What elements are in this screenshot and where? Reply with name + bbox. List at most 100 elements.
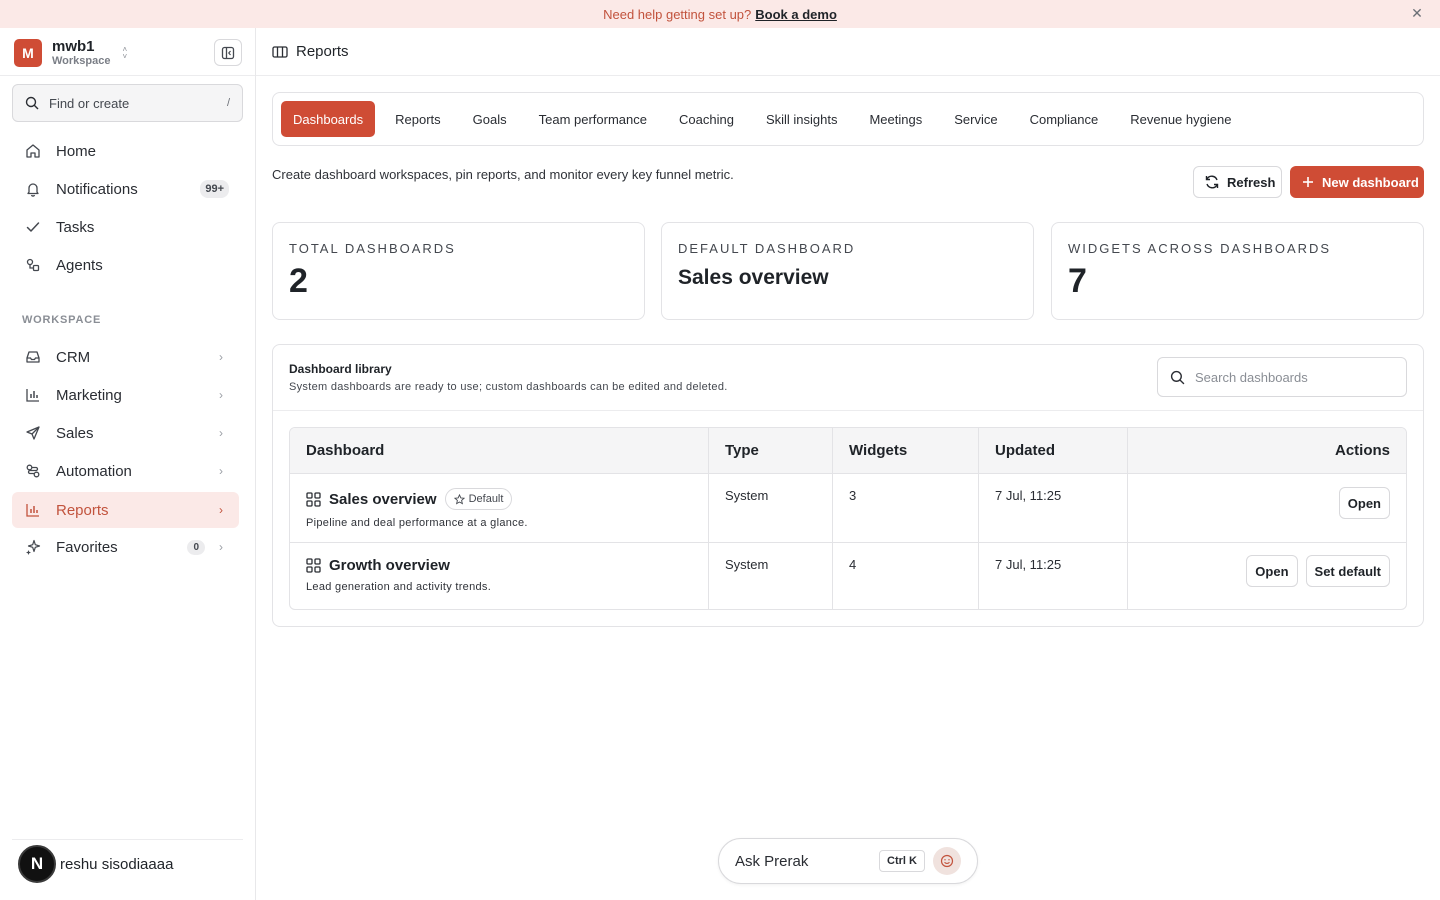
inbox-icon [24, 348, 42, 366]
tab-dashboards[interactable]: Dashboards [281, 101, 376, 137]
tab-skill-insights[interactable]: Skill insights [754, 101, 850, 137]
tab-coaching[interactable]: Coaching [667, 101, 746, 137]
refresh-button[interactable]: Refresh [1193, 166, 1282, 198]
library-title: Dashboard library [289, 362, 392, 376]
workspace-avatar: M [14, 39, 42, 67]
sidebar-item-home[interactable]: Home [12, 133, 239, 169]
dashboard-grid-icon [306, 491, 321, 507]
sidebar-item-label: Automation [56, 462, 132, 480]
column-header-widgets: Widgets [833, 428, 979, 474]
new-dashboard-label: New dashboard [1322, 174, 1419, 190]
plus-icon [1303, 177, 1313, 187]
default-badge: Default [444, 488, 513, 510]
chevron-right-icon: › [219, 426, 223, 440]
widgets-cell: 4 [833, 543, 979, 609]
type-cell: System [709, 543, 833, 609]
find-or-create-input[interactable]: Find or create / [12, 84, 243, 122]
user-name: reshu sisodiaaaa [60, 855, 174, 873]
smile-icon[interactable] [933, 847, 961, 875]
tab-compliance[interactable]: Compliance [1018, 101, 1111, 137]
page-description: Create dashboard workspaces, pin reports… [272, 167, 734, 182]
sidebar-item-label: Reports [56, 501, 109, 519]
stat-value: 7 [1068, 262, 1087, 300]
updated-cell: 7 Jul, 11:25 [979, 543, 1128, 609]
help-banner: Need help getting set up? Book a demo ✕ [0, 0, 1440, 28]
dashboard-library: Dashboard library System dashboards are … [272, 344, 1424, 627]
sidebar-item-automation[interactable]: Automation › [12, 453, 239, 489]
stat-label: TOTAL DASHBOARDS [289, 241, 456, 256]
tab-revenue-hygiene[interactable]: Revenue hygiene [1118, 101, 1243, 137]
book-demo-link[interactable]: Book a demo [755, 7, 837, 22]
agents-icon [24, 256, 42, 274]
new-dashboard-button[interactable]: New dashboard [1290, 166, 1424, 198]
search-icon [25, 96, 39, 110]
chevron-up-down-icon: ˄ ˅ [122, 45, 128, 61]
sidebar-item-label: Home [56, 142, 97, 160]
ask-prerak-bar[interactable]: Ask Prerak Ctrl K [718, 838, 978, 884]
stat-card-total-dashboards: TOTAL DASHBOARDS 2 [272, 222, 645, 320]
sidebar: M mwb1 Workspace ˄ ˅ Find or create / Hom… [0, 28, 256, 900]
sidebar-item-notifications[interactable]: Notifications 99+ [12, 171, 239, 207]
dashboard-search[interactable] [1157, 357, 1407, 397]
sidebar-item-favorites[interactable]: Favorites 0 › [12, 529, 239, 565]
sidebar-item-sales[interactable]: Sales › [12, 415, 239, 451]
workspace-switcher[interactable]: M mwb1 Workspace ˄ ˅ [14, 38, 242, 68]
actions-cell: Open [1128, 474, 1406, 543]
open-button[interactable]: Open [1246, 555, 1298, 587]
sidebar-item-label: Tasks [56, 218, 95, 236]
workspace-subtitle: Workspace [52, 55, 111, 67]
sidebar-item-crm[interactable]: CRM › [12, 339, 239, 375]
sidebar-item-agents[interactable]: Agents [12, 247, 239, 283]
search-dashboards-input[interactable] [1195, 369, 1385, 385]
home-icon [24, 142, 42, 160]
bar-chart-icon [24, 386, 42, 404]
sidebar-item-label: Sales [56, 424, 94, 442]
set-default-button[interactable]: Set default [1305, 555, 1390, 587]
stat-card-default-dashboard: DEFAULT DASHBOARD Sales overview [661, 222, 1034, 320]
sidebar-item-label: Notifications [56, 180, 138, 198]
stat-value: 2 [289, 262, 308, 300]
stat-label: DEFAULT DASHBOARD [678, 241, 856, 256]
dashboard-grid-icon [306, 558, 321, 573]
dashboard-name[interactable]: Sales overview [329, 491, 437, 508]
banner-text: Need help getting set up? [603, 6, 752, 22]
favorites-count-badge: 0 [187, 539, 205, 555]
search-shortcut: / [226, 97, 230, 109]
column-header-updated: Updated [979, 428, 1128, 474]
dashboard-name[interactable]: Growth overview [329, 557, 450, 574]
open-button[interactable]: Open [1338, 487, 1390, 519]
sparkle-icon [24, 538, 42, 556]
updated-cell: 7 Jul, 11:25 [979, 474, 1128, 543]
star-icon [453, 493, 465, 505]
column-header-actions: Actions [1128, 428, 1406, 474]
stat-card-widgets: WIDGETS ACROSS DASHBOARDS 7 [1051, 222, 1424, 320]
bar-chart-icon [24, 501, 42, 519]
search-label: Find or create [49, 95, 130, 111]
column-header-type: Type [709, 428, 833, 474]
refresh-icon [1205, 175, 1219, 189]
sidebar-collapse-button[interactable] [214, 39, 242, 66]
stat-label: WIDGETS ACROSS DASHBOARDS [1068, 241, 1332, 256]
check-icon [24, 218, 42, 236]
tab-meetings[interactable]: Meetings [857, 101, 934, 137]
sidebar-item-reports[interactable]: Reports › [12, 492, 239, 528]
tab-service[interactable]: Service [942, 101, 1009, 137]
workspace-name: mwb1 [52, 38, 95, 55]
tab-goals[interactable]: Goals [461, 101, 519, 137]
banner-close-icon[interactable]: ✕ [1410, 6, 1424, 20]
bell-icon [24, 180, 42, 198]
user-menu[interactable]: N reshu sisodiaaaa [18, 844, 173, 884]
tab-team-performance[interactable]: Team performance [527, 101, 659, 137]
ask-shortcut: Ctrl K [879, 850, 925, 872]
tab-reports[interactable]: Reports [383, 101, 453, 137]
sidebar-item-marketing[interactable]: Marketing › [12, 377, 239, 413]
sidebar-item-label: Agents [56, 256, 103, 274]
reports-book-icon [272, 45, 288, 58]
chevron-right-icon: › [219, 503, 223, 517]
workspace-section-label: WORKSPACE [22, 314, 102, 326]
user-avatar: N [18, 845, 56, 883]
refresh-label: Refresh [1227, 174, 1276, 190]
sidebar-item-label: Favorites [56, 538, 118, 556]
chevron-right-icon: › [219, 350, 223, 364]
sidebar-item-tasks[interactable]: Tasks [12, 209, 239, 245]
